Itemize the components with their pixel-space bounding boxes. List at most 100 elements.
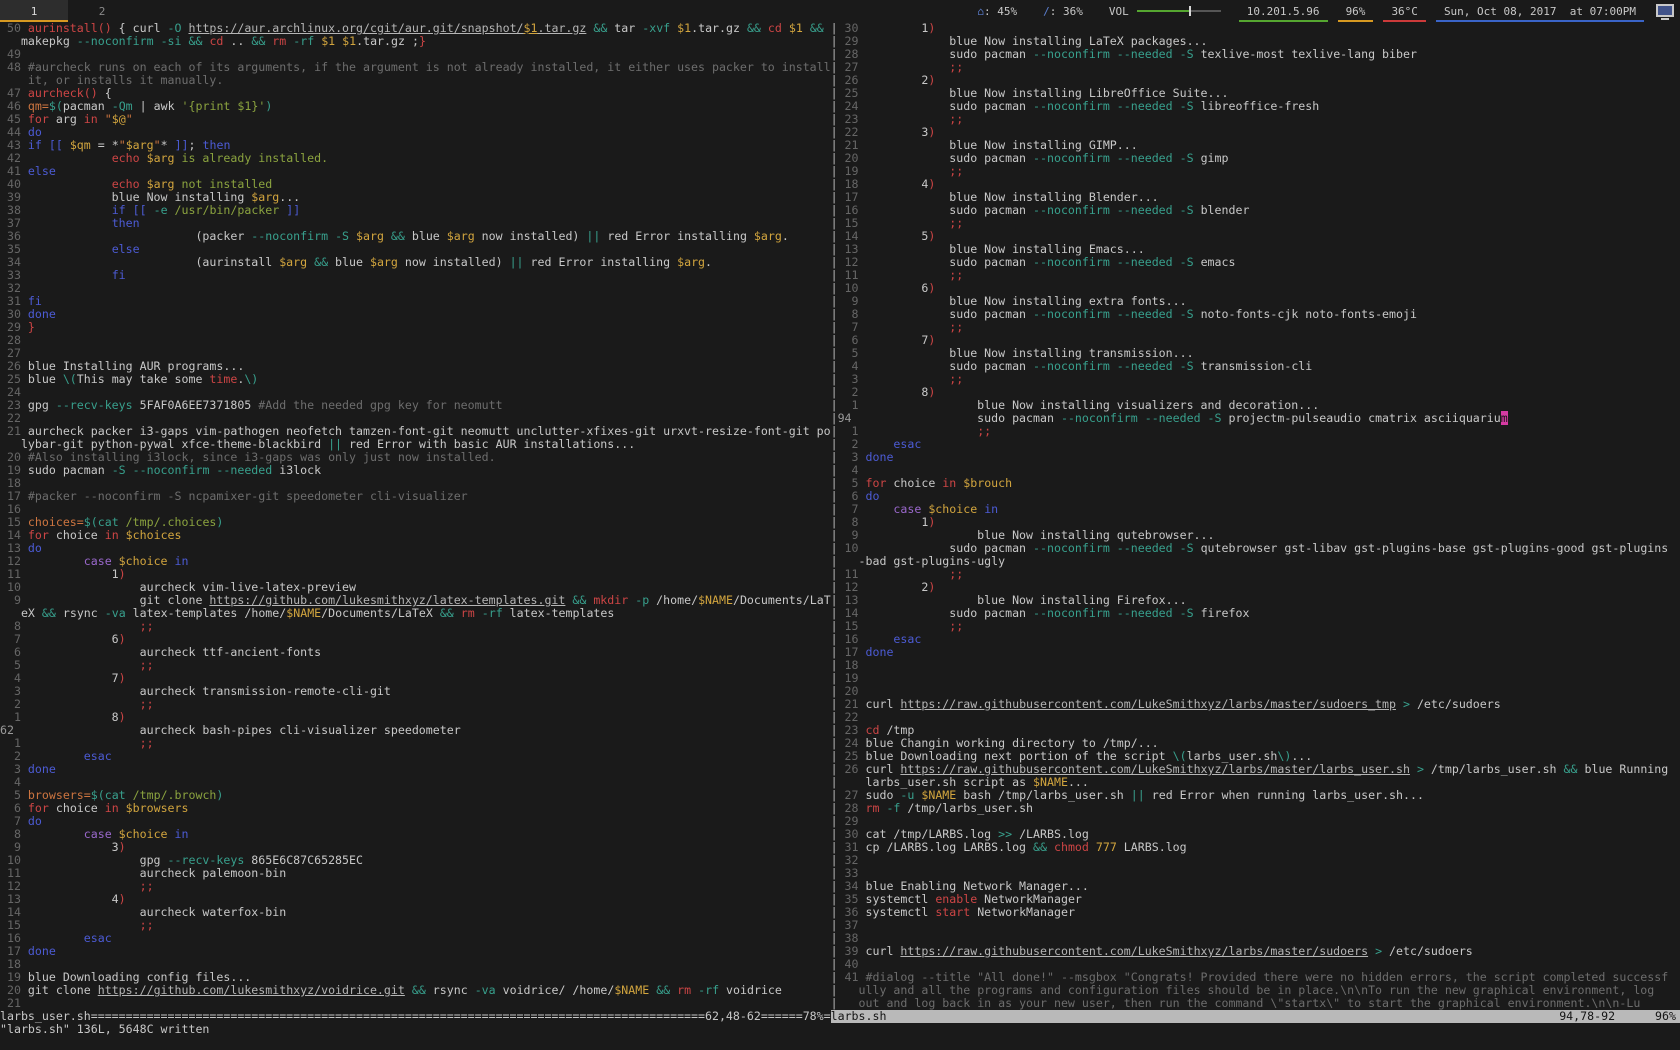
vim-right-pane[interactable]: 30 1) 29 blue Now installing LaTeX packa… — [838, 22, 1680, 1010]
code-segment: ) — [119, 840, 126, 854]
code-segment — [866, 268, 950, 282]
code-segment — [1110, 606, 1117, 620]
code-segment: $arg — [677, 255, 705, 269]
volume-slider[interactable] — [1137, 6, 1221, 16]
code-segment: sudo pacman — [866, 255, 1034, 269]
code-segment: ) — [928, 580, 935, 594]
code-segment: $arg — [356, 229, 384, 243]
code-segment — [28, 736, 140, 750]
line-number: 21 — [0, 996, 28, 1010]
code-segment: rm — [866, 801, 880, 815]
code-segment: ) — [119, 567, 126, 581]
code-segment: cat — [98, 515, 119, 529]
line-number: 29 — [838, 34, 866, 48]
code-segment: fi — [112, 268, 126, 282]
code-segment: in — [175, 827, 189, 841]
code-segment: blue — [28, 372, 63, 386]
statusbar-modules: ⌂: 45% /: 36% VOL 10.201.5.96 96% 36°C S… — [969, 0, 1680, 22]
code-row: 19 sudo pacman -S --noconfirm --needed i… — [0, 464, 831, 477]
code-segment: > — [1403, 697, 1410, 711]
code-segment: $arg — [126, 138, 154, 152]
code-segment: -u — [900, 788, 914, 802]
battery-module: 96% — [1338, 0, 1374, 22]
code-segment — [1110, 203, 1117, 217]
line-number: 10 — [0, 853, 28, 867]
code-segment: 5FAF0A6EE7371805 — [133, 398, 259, 412]
line-number: 14 — [838, 606, 866, 620]
code-row: 28 sudo pacman --noconfirm --needed -S t… — [838, 48, 1680, 61]
line-number: 11 — [0, 866, 28, 880]
vim-window-separator[interactable]: ||||||||||||||||||||||||||||||||||||||||… — [831, 22, 838, 1010]
code-segment: $arg — [147, 177, 175, 191]
workspace-1-button[interactable]: 1 — [0, 0, 68, 22]
code-segment: -S — [1180, 307, 1194, 321]
code-row: 2 esac — [0, 750, 831, 763]
line-number: 29 — [838, 814, 866, 828]
monitor-icon[interactable] — [1656, 4, 1674, 18]
home-partition-icon: / — [1043, 5, 1050, 18]
line-number: 24 — [0, 385, 28, 399]
code-segment: -f — [886, 801, 900, 815]
code-segment: aurcheck waterfox-bin — [28, 905, 286, 919]
code-segment: transmission-cli — [1194, 359, 1313, 373]
code-segment — [168, 827, 175, 841]
code-segment — [28, 879, 140, 893]
workspace-2-button[interactable]: 2 — [68, 0, 136, 22]
code-segment: -si — [161, 34, 182, 48]
vim-left-pane[interactable]: 50 aurinstall() { curl -O https://aur.ar… — [0, 22, 831, 1010]
code-segment: blue Now installing Firefox... — [866, 593, 1187, 607]
code-segment: $browsers — [126, 801, 189, 815]
code-segment: -va — [475, 983, 496, 997]
code-segment: #Add the needed gpg key for neomutt — [258, 398, 502, 412]
code-row: 31 fi — [0, 295, 831, 308]
code-segment: && — [314, 255, 328, 269]
line-number — [838, 775, 859, 789]
code-segment: -va — [105, 606, 126, 620]
code-row: 17 done — [0, 945, 831, 958]
code-segment: blue Installing AUR programs... — [28, 359, 244, 373]
code-segment: (aurinstall — [28, 255, 279, 269]
code-segment: /Documents/LaT — [733, 593, 831, 607]
code-segment: blender — [1194, 203, 1250, 217]
code-segment: curl — [866, 944, 901, 958]
code-row: 16 sudo pacman --noconfirm --needed -S b… — [838, 204, 1680, 217]
code-segment: aurcheck palemoon-bin — [28, 866, 286, 880]
code-segment — [1110, 359, 1117, 373]
line-number: 1 — [838, 398, 866, 412]
code-segment — [119, 528, 126, 542]
code-segment — [782, 22, 789, 35]
code-segment: for — [866, 476, 887, 490]
current-line-number: 94 — [838, 411, 866, 425]
line-number: 16 — [838, 203, 866, 217]
line-number: 9 — [838, 528, 866, 542]
line-number: 6 — [0, 645, 28, 659]
line-number: 13 — [0, 541, 28, 555]
line-number: 17 — [0, 944, 28, 958]
code-segment: $NAME — [698, 593, 733, 607]
line-number: 26 — [0, 359, 28, 373]
code-row: 4 sudo pacman --noconfirm --needed -S tr… — [838, 360, 1680, 373]
code-segment: esac — [84, 749, 112, 763]
code-segment: && — [572, 593, 586, 607]
code-segment — [126, 463, 133, 477]
code-segment: larbs_user.sh — [1187, 749, 1278, 763]
code-row: 17 done — [838, 646, 1680, 659]
line-number: 11 — [0, 567, 28, 581]
code-segment — [42, 138, 49, 152]
code-segment: case — [893, 502, 921, 516]
line-number: 23 — [838, 112, 866, 126]
temperature-module: 36°C — [1383, 0, 1426, 22]
code-segment: blue Now installing — [28, 190, 251, 204]
code-segment: && — [1033, 840, 1047, 854]
code-segment: red Error when running larbs_user.sh... — [1145, 788, 1424, 802]
code-segment: $( — [91, 788, 105, 802]
code-row: 23 gpg --recv-keys 5FAF0A6EE7371805 #Add… — [0, 399, 831, 412]
code-segment: --noconfirm — [1033, 99, 1110, 113]
disk-home-value: : 36% — [1050, 5, 1083, 18]
line-number: 4 — [838, 359, 866, 373]
code-segment: blue Now installing extra fonts... — [866, 294, 1187, 308]
code-segment: ;; — [140, 619, 154, 633]
line-number: 40 — [838, 957, 866, 971]
code-row: 1 ;; — [0, 737, 831, 750]
line-number: 14 — [0, 905, 28, 919]
